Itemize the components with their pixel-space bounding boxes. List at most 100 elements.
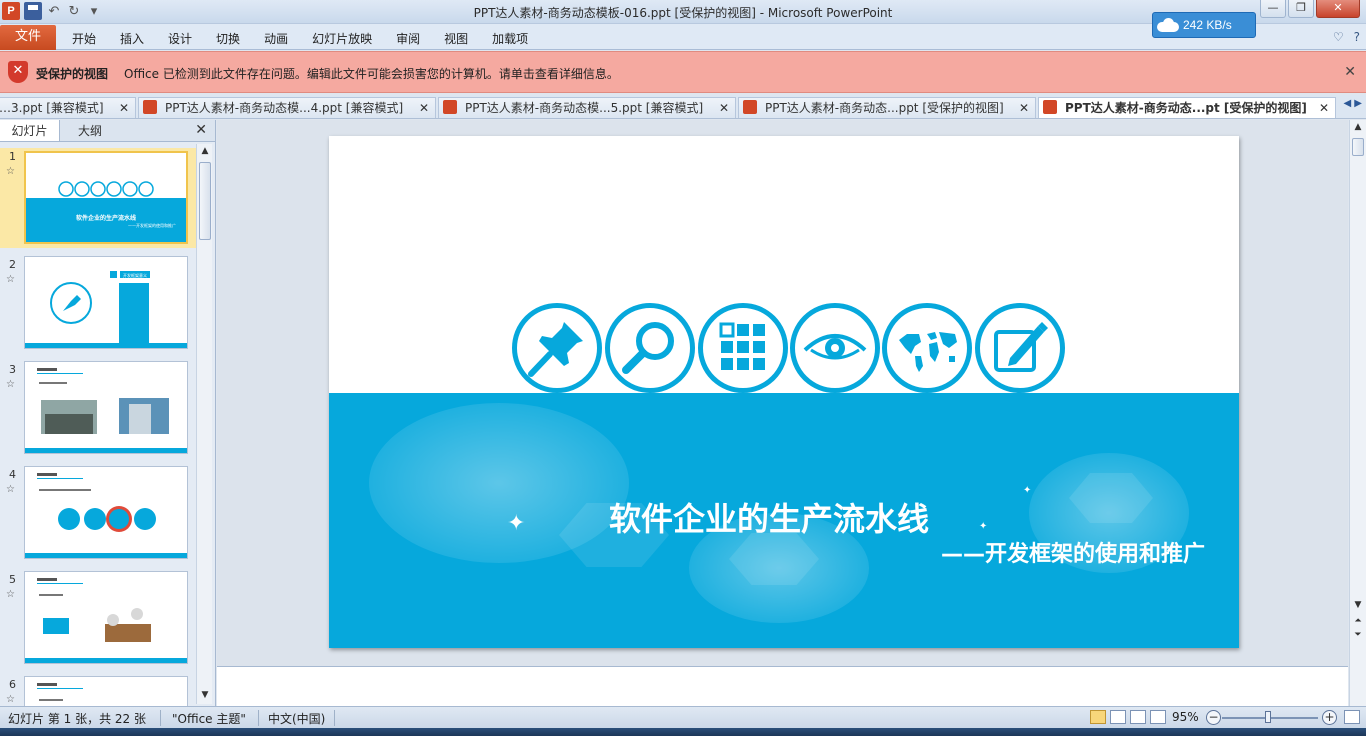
close-window-button[interactable]: ✕: [1316, 0, 1360, 18]
tab-scroll-arrows[interactable]: ◀ ▶: [1343, 98, 1362, 109]
minimize-button[interactable]: —: [1260, 0, 1286, 18]
slide-title[interactable]: 软件企业的生产流水线: [609, 494, 929, 540]
slides-panel: 幻灯片 大纲 ✕ 1 ☆ 软件企业的生产流水线 ——开发框架的使用和推广 2 ☆: [0, 120, 216, 706]
scroll-up-icon[interactable]: ▲: [197, 146, 213, 156]
slide-number: 5: [9, 573, 16, 586]
scrollbar-thumb[interactable]: [1352, 138, 1364, 156]
reading-view-button[interactable]: [1130, 710, 1146, 724]
scroll-down-icon[interactable]: ▼: [1350, 600, 1366, 610]
slide-thumbnail[interactable]: [24, 466, 188, 559]
ppt-file-icon: [743, 100, 757, 114]
doc-tab[interactable]: PPT达人素材-商务动态模...5.ppt [兼容模式] ✕: [438, 97, 736, 118]
help-icon[interactable]: ?: [1354, 30, 1360, 44]
theme-name[interactable]: "Office 主题": [172, 710, 246, 727]
close-tab-icon[interactable]: ✕: [1019, 98, 1029, 118]
tab-insert[interactable]: 插入: [108, 30, 156, 47]
language-indicator[interactable]: 中文(中国): [268, 710, 325, 727]
slide-thumbnail-row[interactable]: 6 ☆: [0, 676, 196, 706]
slide-thumbnail[interactable]: 开发框架意义: [24, 256, 188, 349]
tab-home[interactable]: 开始: [60, 30, 108, 47]
animation-star-icon: ☆: [6, 274, 15, 285]
tab-view[interactable]: 视图: [432, 30, 480, 47]
thumb1-subtitle: ——开发框架的使用和推广: [128, 222, 176, 228]
thumb2-label: 开发框架意义: [123, 272, 147, 278]
slide-number: 6: [9, 678, 16, 691]
thumbnail-graphic: [25, 578, 187, 663]
zoom-out-button[interactable]: −: [1206, 710, 1221, 725]
close-panel-button[interactable]: ✕: [195, 122, 207, 138]
tab-transitions[interactable]: 切换: [204, 30, 252, 47]
animation-star-icon: ☆: [6, 589, 15, 600]
scroll-up-icon[interactable]: ▲: [1350, 122, 1366, 132]
close-tab-icon[interactable]: ✕: [419, 98, 429, 118]
next-slide-icon[interactable]: ⏷: [1350, 630, 1366, 640]
ppt-file-icon: [1043, 100, 1057, 114]
doc-tab[interactable]: PPT达人素材-商务动态...ppt [受保护的视图] ✕: [738, 97, 1036, 118]
ppt-file-icon: [143, 100, 157, 114]
tab-slideshow[interactable]: 幻灯片放映: [300, 30, 384, 47]
close-tab-icon[interactable]: ✕: [719, 98, 729, 118]
doc-tab[interactable]: …3.ppt [兼容模式] ✕: [0, 97, 136, 118]
tab-slides[interactable]: 幻灯片: [0, 120, 60, 141]
slide-counter: 幻灯片 第 1 张，共 22 张: [8, 712, 146, 726]
slide-thumbnail[interactable]: [24, 676, 188, 706]
slide-thumbnail-row[interactable]: 2 ☆ 开发框架意义: [0, 256, 196, 356]
tab-review[interactable]: 审阅: [384, 30, 432, 47]
slide-thumbnail-row[interactable]: 4 ☆: [0, 466, 196, 566]
scroll-down-icon[interactable]: ▼: [197, 690, 213, 700]
restore-button[interactable]: ❐: [1288, 0, 1314, 18]
separator: [160, 710, 161, 726]
minimize-ribbon-icon[interactable]: ♡: [1333, 30, 1344, 44]
tab-addins[interactable]: 加载项: [480, 30, 540, 47]
doc-tab-label: PPT达人素材-商务动态...ppt [受保护的视图]: [765, 101, 1004, 115]
slide-thumbnail[interactable]: [24, 571, 188, 664]
slide-thumbnail-row[interactable]: 5 ☆: [0, 571, 196, 671]
notes-pane[interactable]: [217, 666, 1348, 706]
slide-thumbnail-row[interactable]: 3 ☆: [0, 361, 196, 461]
network-speed-widget[interactable]: 242 KB/s: [1152, 12, 1256, 38]
zoom-slider-knob[interactable]: [1265, 711, 1271, 723]
tab-design[interactable]: 设计: [156, 30, 204, 47]
magnifier-icon: [605, 303, 695, 393]
close-tab-icon[interactable]: ✕: [119, 98, 129, 118]
doc-tab-label: …3.ppt [兼容模式]: [0, 101, 104, 115]
slide-thumbnail[interactable]: 软件企业的生产流水线 ——开发框架的使用和推广: [24, 151, 188, 244]
tab-file[interactable]: 文件: [0, 25, 56, 50]
protected-view-message[interactable]: Office 已检测到此文件存在问题。编辑此文件可能会损害您的计算机。请单击查看…: [124, 65, 619, 82]
protected-view-label: 受保护的视图: [36, 67, 109, 81]
slide-sorter-view-button[interactable]: [1110, 710, 1126, 724]
zoom-in-button[interactable]: +: [1322, 710, 1337, 725]
previous-slide-icon[interactable]: ⏶: [1350, 616, 1366, 626]
close-tab-icon[interactable]: ✕: [1319, 98, 1329, 118]
separator: [334, 710, 335, 726]
normal-view-button[interactable]: [1090, 710, 1106, 724]
slideshow-view-button[interactable]: [1150, 710, 1166, 724]
world-map-icon: [882, 303, 972, 393]
animation-star-icon: ☆: [6, 484, 15, 495]
separator: [258, 710, 259, 726]
grid-icon: [698, 303, 788, 393]
windows-taskbar: [0, 728, 1366, 736]
thumbnail-graphic: 开发框架意义: [25, 271, 187, 348]
slide-editing-area: ✦ ✦ ✦ 软件企业的生产流水线 ——开发框架的使用和推广: [217, 120, 1348, 666]
zoom-level[interactable]: 95%: [1172, 710, 1199, 724]
slide-subtitle[interactable]: ——开发框架的使用和推广: [941, 536, 1205, 568]
sparkle-icon: ✦: [979, 521, 988, 532]
slides-panel-scrollbar[interactable]: ▲ ▼: [196, 144, 212, 704]
scrollbar-thumb[interactable]: [199, 162, 211, 240]
cloud-icon: [1157, 18, 1179, 32]
slide-canvas[interactable]: ✦ ✦ ✦ 软件企业的生产流水线 ——开发框架的使用和推广: [329, 136, 1239, 648]
thumbnail-graphic: [25, 368, 187, 453]
doc-tab-active[interactable]: PPT达人素材-商务动态...pt [受保护的视图] ✕: [1038, 97, 1336, 118]
slide-number: 4: [9, 468, 16, 481]
pushpin-icon: [512, 303, 602, 393]
editing-area-scrollbar[interactable]: ▲ ▼ ⏶ ⏷: [1349, 120, 1366, 706]
fit-to-window-button[interactable]: [1344, 710, 1360, 724]
slide-thumbnail[interactable]: [24, 361, 188, 454]
doc-tab[interactable]: PPT达人素材-商务动态模...4.ppt [兼容模式] ✕: [138, 97, 436, 118]
tab-outline[interactable]: 大纲: [60, 120, 120, 141]
close-message-bar-button[interactable]: ✕: [1344, 64, 1356, 80]
slide-thumbnail-row[interactable]: 1 ☆ 软件企业的生产流水线 ——开发框架的使用和推广: [0, 148, 196, 248]
tab-animations[interactable]: 动画: [252, 30, 300, 47]
panel-tabs: 幻灯片 大纲 ✕: [0, 120, 215, 142]
